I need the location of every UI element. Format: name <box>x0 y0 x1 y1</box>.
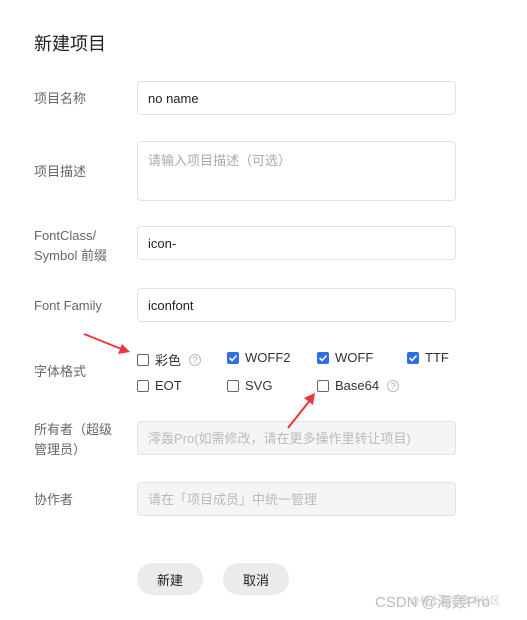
arrow-to-color-option <box>83 333 130 354</box>
watermark-small: @稀土掘金技术社区 <box>410 596 501 607</box>
arrow-to-base64-option <box>287 393 315 429</box>
annotation-arrows <box>83 333 315 429</box>
